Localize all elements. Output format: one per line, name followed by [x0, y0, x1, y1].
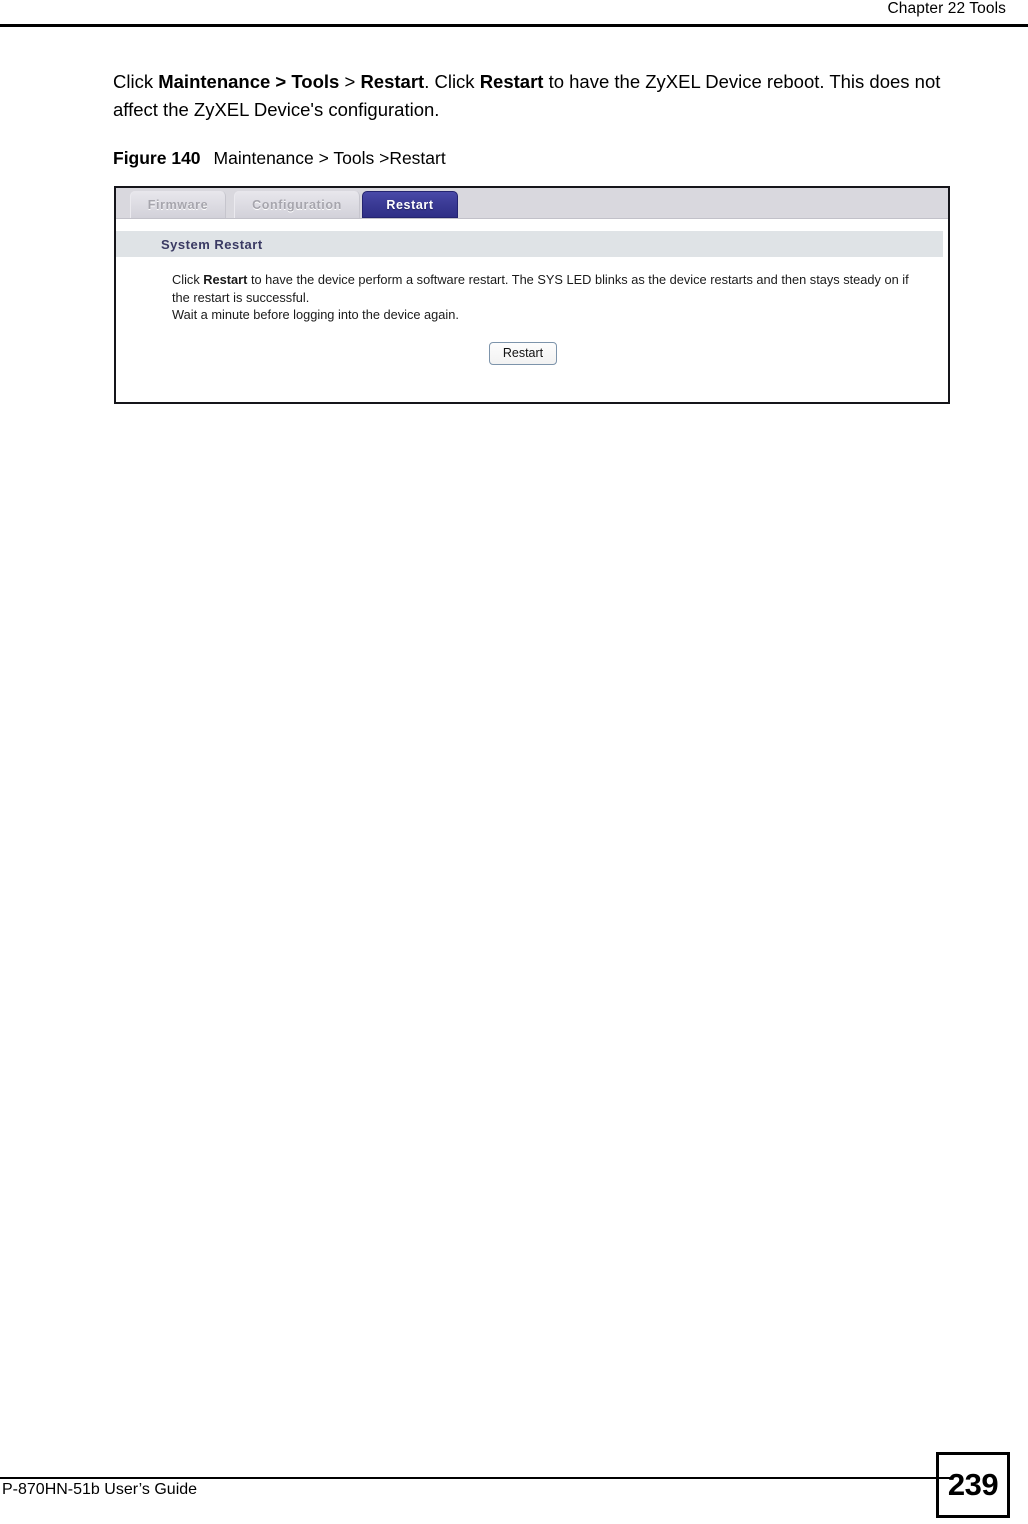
page-number-box: 239	[936, 1452, 1010, 1518]
paragraph-text-2: >	[339, 71, 361, 92]
tab-restart[interactable]: Restart	[362, 191, 458, 218]
footer-divider	[0, 1477, 950, 1479]
panel-top-gap	[116, 219, 948, 231]
page-number: 239	[947, 1467, 999, 1502]
restart-description: Click Restart to have the device perform…	[172, 271, 918, 324]
system-restart-section-header: System Restart	[116, 231, 943, 257]
chapter-header-title: Chapter 22 Tools	[887, 0, 1006, 17]
paragraph-text-1: Click	[113, 71, 159, 92]
paragraph-text-3: . Click	[424, 71, 480, 92]
restart-button-row: Restart	[116, 341, 948, 365]
paragraph-bold-menu-path: Maintenance > Tools	[158, 71, 340, 92]
footer-guide-title: P-870HN-51b User’s Guide	[2, 1481, 198, 1498]
figure-screenshot: Firmware Configuration Restart System Re…	[114, 186, 950, 404]
restart-description-line-2: Wait a minute before logging into the de…	[172, 307, 459, 322]
page-header: Chapter 22 Tools	[0, 0, 1028, 28]
desc-bold-restart: Restart	[203, 272, 248, 287]
paragraph-bold-restart-1: Restart	[360, 71, 425, 92]
restart-description-line-1: Click Restart to have the device perform…	[172, 271, 918, 306]
desc-text-1: Click	[172, 272, 204, 287]
restart-button[interactable]: Restart	[488, 341, 558, 365]
figure-label: Figure 140	[113, 148, 201, 168]
header-divider	[0, 24, 1028, 27]
paragraph-bold-restart-2: Restart	[479, 71, 544, 92]
instruction-paragraph: Click Maintenance > Tools > Restart. Cli…	[113, 68, 958, 124]
tab-configuration[interactable]: Configuration	[234, 191, 360, 218]
tab-firmware[interactable]: Firmware	[130, 191, 226, 218]
section-title-label: System Restart	[161, 236, 263, 252]
figure-caption: Figure 140 Maintenance > Tools >Restart	[113, 148, 446, 169]
restart-panel-body: Click Restart to have the device perform…	[116, 257, 948, 402]
screenshot-tab-bar: Firmware Configuration Restart	[116, 188, 948, 219]
figure-title: Maintenance > Tools >Restart	[213, 148, 446, 168]
desc-text-2: to have the device perform a software re…	[172, 272, 909, 305]
